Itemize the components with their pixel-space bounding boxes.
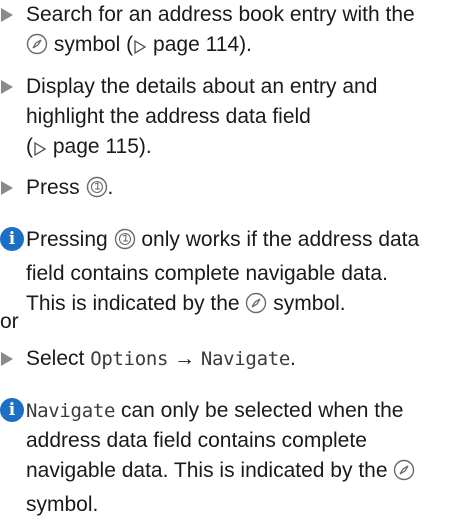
menu-options[interactable]: Options (90, 348, 168, 370)
compass-icon (393, 459, 415, 490)
note-text: Navigate can only be selected when the a… (26, 396, 462, 520)
step-arrow-icon (1, 8, 13, 22)
reference-triangle-icon (133, 34, 147, 64)
step-arrow-icon (1, 80, 13, 94)
dial-icon (114, 228, 136, 259)
note-text: Pressing only works if the address data … (26, 225, 462, 323)
compass-icon (26, 33, 48, 64)
step-press-dial: Press . (0, 173, 462, 207)
or-separator: or (0, 310, 19, 333)
dial-icon (86, 176, 108, 207)
info-note-navigate: i Navigate can only be selected when the… (0, 396, 462, 520)
menu-item-navigate: Navigate (26, 400, 116, 422)
step-arrow-icon (1, 352, 13, 366)
step-text: Search for an address book entry with th… (26, 0, 462, 64)
page-reference[interactable]: page 115 (53, 135, 139, 158)
info-icon: i (0, 227, 24, 251)
step-text: Press . (26, 173, 462, 207)
menu-item-navigate[interactable]: Navigate (201, 348, 290, 370)
step-arrow-icon (1, 181, 13, 195)
manual-page: Search for an address book entry with th… (0, 0, 462, 516)
info-icon: i (0, 398, 24, 422)
step-select-navigate: Select Options → Navigate. (0, 344, 462, 374)
step-text: Select Options → Navigate. (26, 347, 296, 370)
compass-icon (245, 292, 267, 323)
menu-arrow: → (174, 347, 196, 370)
reference-triangle-icon (33, 136, 47, 166)
step-text: Display the details about an entry and h… (26, 72, 462, 166)
info-note-dial: i Pressing only works if the address dat… (0, 225, 462, 323)
step-search-entry: Search for an address book entry with th… (0, 0, 462, 64)
step-display-details: Display the details about an entry and h… (0, 72, 462, 166)
page-reference[interactable]: page 114 (153, 33, 239, 56)
